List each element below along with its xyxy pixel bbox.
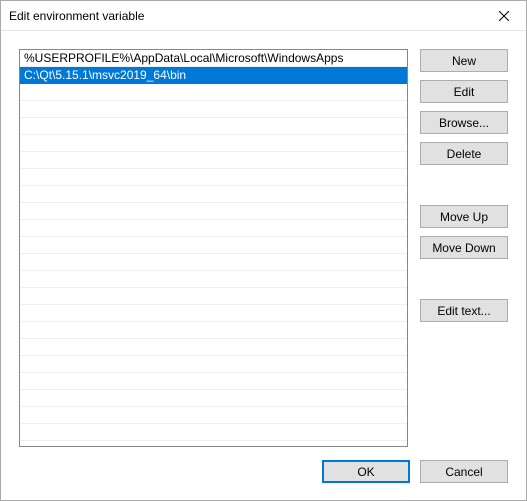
edit-text-button[interactable]: Edit text... bbox=[420, 299, 508, 322]
empty-row[interactable] bbox=[20, 101, 407, 118]
empty-row[interactable] bbox=[20, 135, 407, 152]
cancel-button[interactable]: Cancel bbox=[420, 460, 508, 483]
close-button[interactable] bbox=[481, 1, 526, 31]
edit-button[interactable]: Edit bbox=[420, 80, 508, 103]
empty-row[interactable] bbox=[20, 373, 407, 390]
empty-row[interactable] bbox=[20, 237, 407, 254]
empty-row[interactable] bbox=[20, 305, 407, 322]
empty-row[interactable] bbox=[20, 271, 407, 288]
empty-row[interactable] bbox=[20, 186, 407, 203]
path-entry[interactable]: C:\Qt\5.15.1\msvc2019_64\bin bbox=[20, 67, 407, 84]
empty-row[interactable] bbox=[20, 203, 407, 220]
empty-row[interactable] bbox=[20, 169, 407, 186]
empty-row[interactable] bbox=[20, 288, 407, 305]
empty-row[interactable] bbox=[20, 407, 407, 424]
empty-row[interactable] bbox=[20, 322, 407, 339]
dialog-window: Edit environment variable %USERPROFILE%\… bbox=[0, 0, 527, 501]
path-entry[interactable]: %USERPROFILE%\AppData\Local\Microsoft\Wi… bbox=[20, 50, 407, 67]
delete-button[interactable]: Delete bbox=[420, 142, 508, 165]
window-title: Edit environment variable bbox=[9, 9, 144, 23]
empty-row[interactable] bbox=[20, 118, 407, 135]
empty-row[interactable] bbox=[20, 152, 407, 169]
empty-row[interactable] bbox=[20, 339, 407, 356]
path-listbox[interactable]: %USERPROFILE%\AppData\Local\Microsoft\Wi… bbox=[19, 49, 408, 447]
ok-button[interactable]: OK bbox=[322, 460, 410, 483]
empty-row[interactable] bbox=[20, 220, 407, 237]
close-icon bbox=[499, 11, 509, 21]
dialog-body: %USERPROFILE%\AppData\Local\Microsoft\Wi… bbox=[1, 31, 526, 457]
dialog-footer: OK Cancel bbox=[1, 457, 526, 500]
empty-row[interactable] bbox=[20, 424, 407, 441]
spacer bbox=[420, 267, 508, 291]
titlebar: Edit environment variable bbox=[1, 1, 526, 31]
move-down-button[interactable]: Move Down bbox=[420, 236, 508, 259]
browse-button[interactable]: Browse... bbox=[420, 111, 508, 134]
empty-row[interactable] bbox=[20, 356, 407, 373]
move-up-button[interactable]: Move Up bbox=[420, 205, 508, 228]
side-buttons: New Edit Browse... Delete Move Up Move D… bbox=[420, 49, 508, 447]
empty-row[interactable] bbox=[20, 254, 407, 271]
new-button[interactable]: New bbox=[420, 49, 508, 72]
spacer bbox=[420, 173, 508, 197]
empty-row[interactable] bbox=[20, 390, 407, 407]
empty-row[interactable] bbox=[20, 84, 407, 101]
